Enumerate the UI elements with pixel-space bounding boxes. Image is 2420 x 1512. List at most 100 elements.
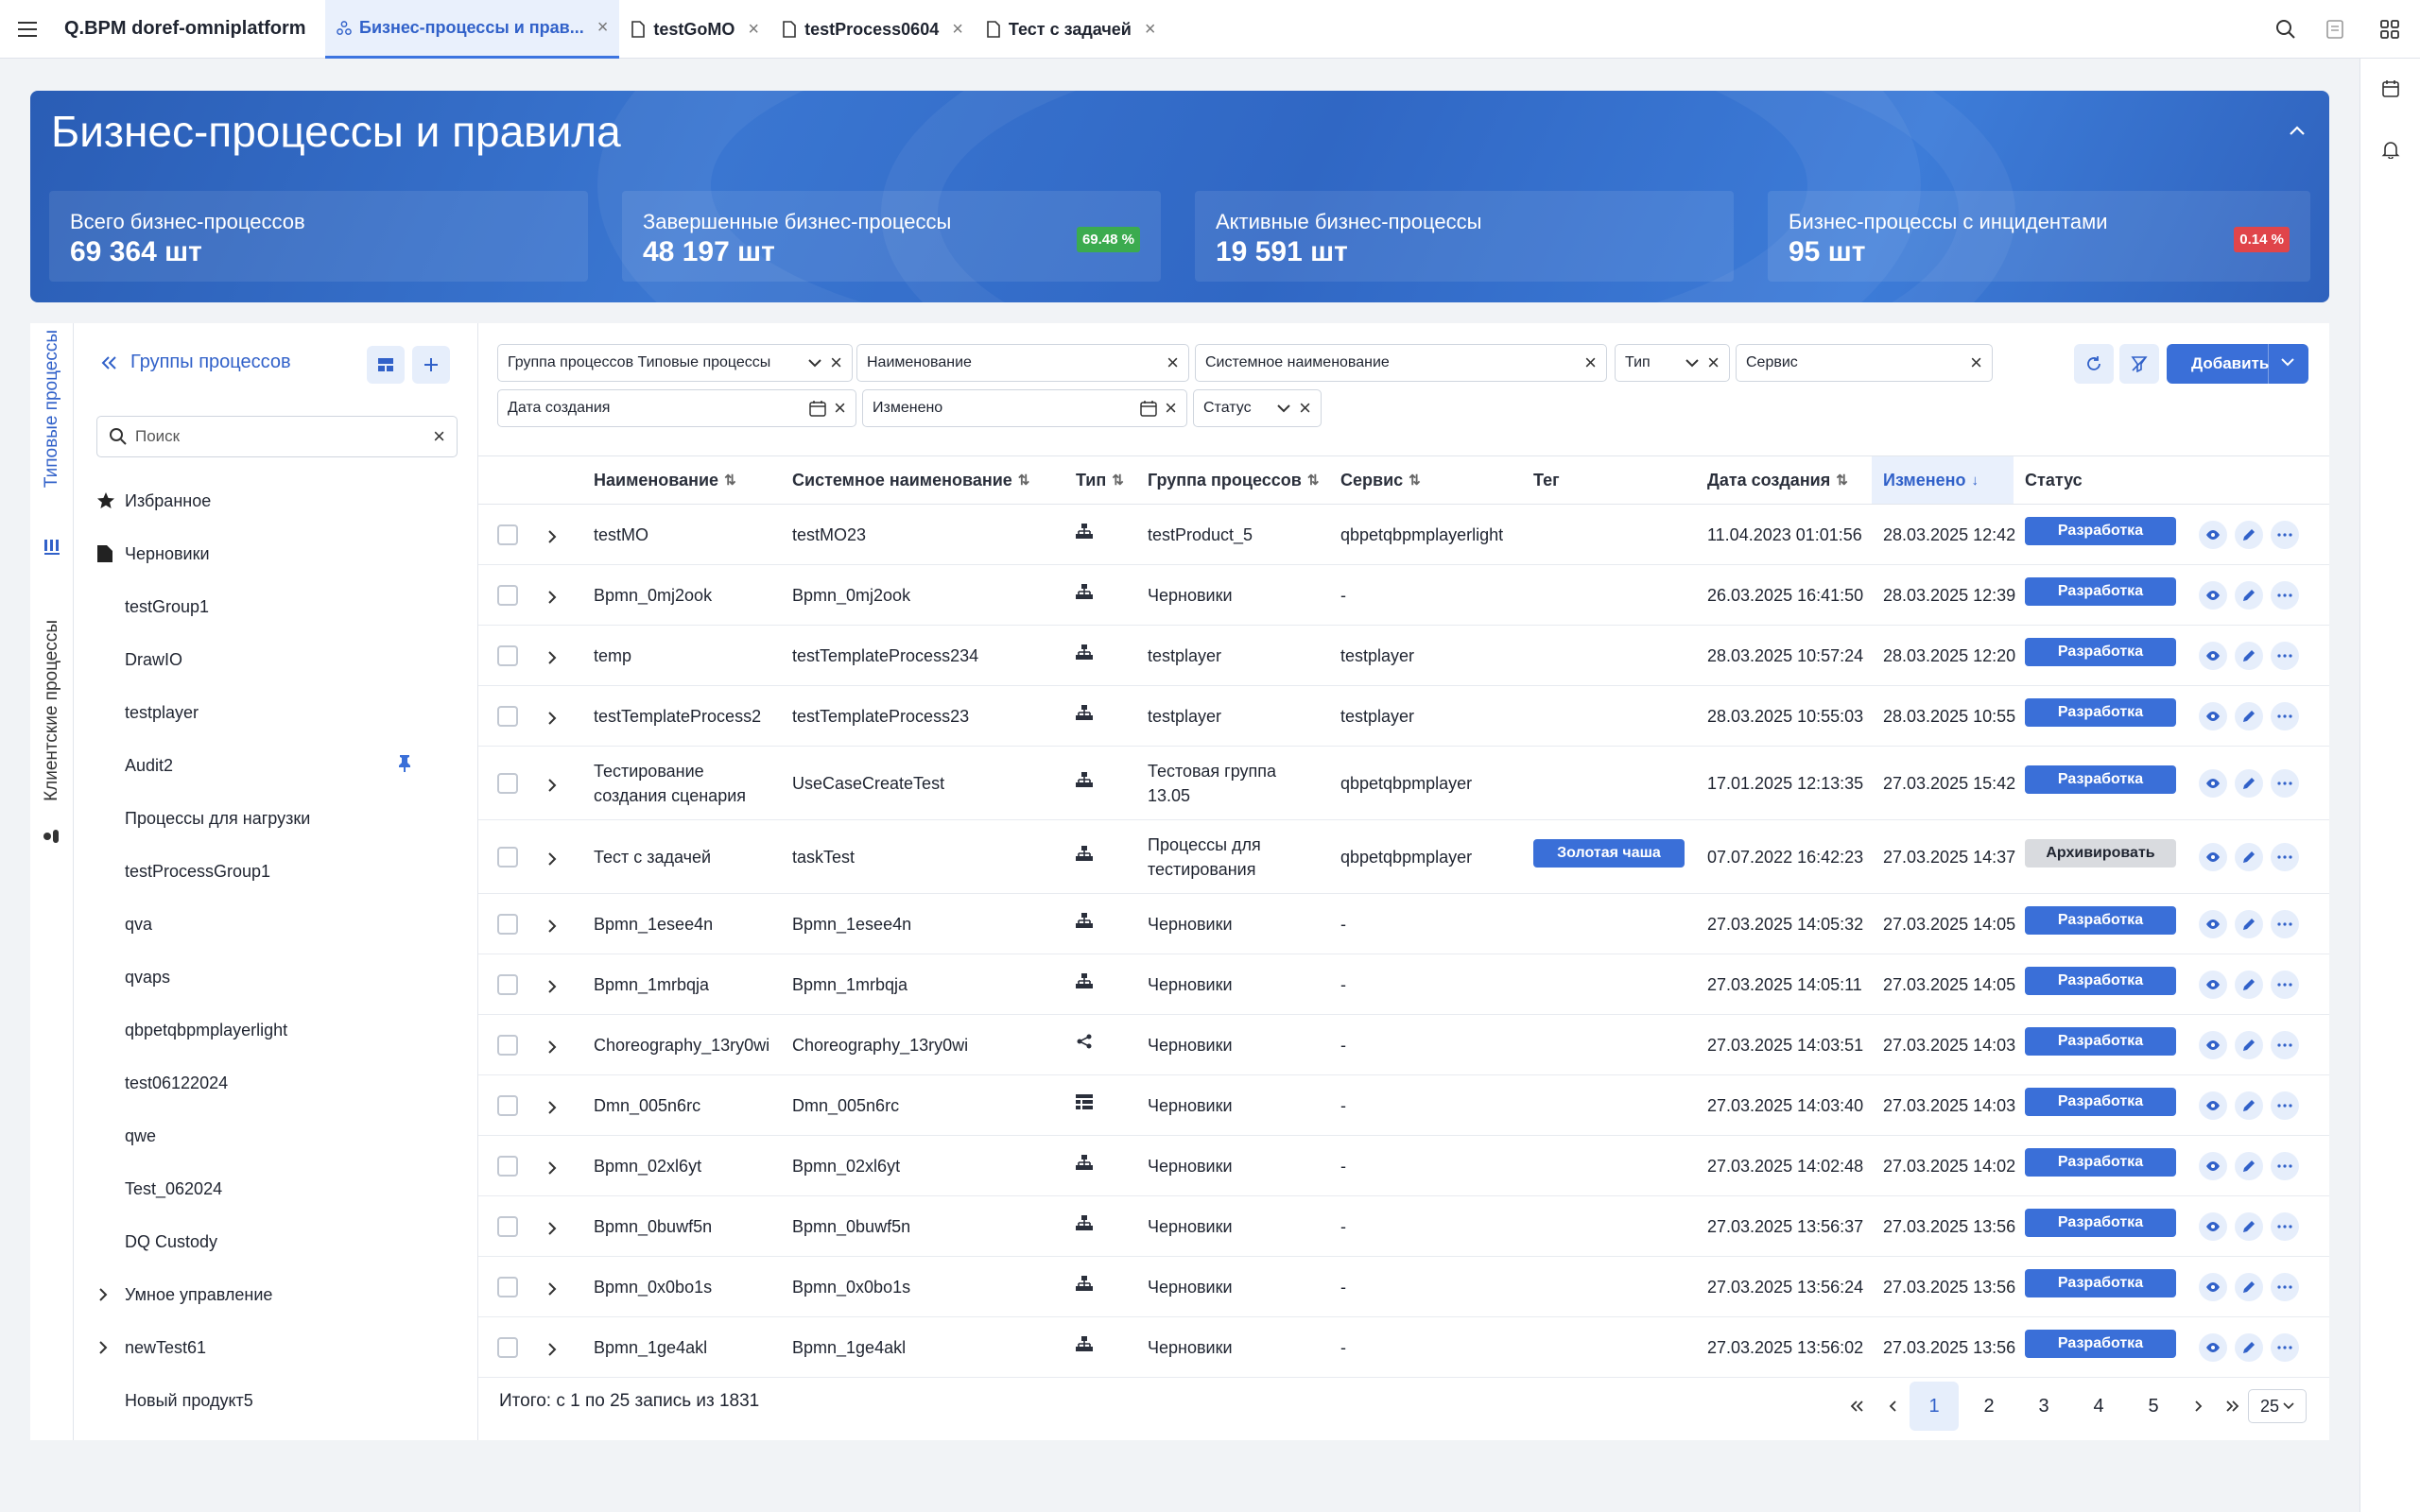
edit-button[interactable] [2235, 1031, 2263, 1059]
group-item[interactable]: test06122024 [74, 1057, 478, 1109]
double-chevron-left-icon[interactable] [100, 355, 117, 370]
column-service[interactable]: Сервис ⇅ [1340, 456, 1421, 504]
more-button[interactable] [2271, 642, 2299, 670]
row-checkbox[interactable] [497, 524, 518, 545]
chevron-right-icon[interactable] [543, 1098, 562, 1117]
apps-grid-icon[interactable] [2360, 0, 2420, 59]
process-name[interactable]: Dmn_005n6rc [594, 1093, 700, 1118]
more-button[interactable] [2271, 581, 2299, 610]
group-item[interactable]: Умное управление [74, 1268, 478, 1321]
more-button[interactable] [2271, 702, 2299, 730]
view-button[interactable] [2199, 769, 2227, 798]
row-checkbox[interactable] [497, 847, 518, 868]
process-name[interactable]: temp [594, 644, 631, 668]
row-checkbox[interactable] [497, 1216, 518, 1237]
clear-icon[interactable]: × [433, 424, 445, 449]
more-button[interactable] [2271, 1091, 2299, 1120]
more-button[interactable] [2271, 1212, 2299, 1241]
more-button[interactable] [2271, 910, 2299, 938]
chevron-down-icon[interactable] [1276, 404, 1291, 413]
add-group-button[interactable] [412, 346, 450, 384]
column-status[interactable]: Статус [2025, 456, 2083, 504]
group-item[interactable]: Процессы для нагрузки [74, 792, 478, 845]
edit-button[interactable] [2235, 581, 2263, 610]
chevron-right-icon[interactable] [543, 648, 562, 667]
view-button[interactable] [2199, 1091, 2227, 1120]
clear-icon[interactable]: × [1707, 351, 1720, 375]
filter-created[interactable]: Дата создания × [497, 389, 856, 427]
group-item[interactable]: Test_062024 [74, 1162, 478, 1215]
process-name[interactable]: Bpmn_0buwf5n [594, 1214, 712, 1239]
edit-button[interactable] [2235, 702, 2263, 730]
column-name[interactable]: Наименование ⇅ [594, 456, 736, 504]
tag-chip[interactable]: Золотая чаша [1533, 839, 1685, 868]
view-button[interactable] [2199, 1031, 2227, 1059]
process-name[interactable]: Choreography_13ry0wi [594, 1033, 769, 1057]
clear-icon[interactable]: × [1970, 351, 1982, 375]
filter-type[interactable]: Тип × [1615, 344, 1730, 382]
tab-typical-processes[interactable]: Типовые процессы [30, 330, 74, 488]
row-checkbox[interactable] [497, 773, 518, 794]
chevron-right-icon[interactable] [543, 1159, 562, 1177]
edit-button[interactable] [2235, 843, 2263, 871]
chevron-right-icon[interactable] [543, 527, 562, 546]
page-button[interactable]: 1 [1910, 1382, 1959, 1431]
status-badge[interactable]: Разработка [2025, 1269, 2176, 1297]
view-button[interactable] [2199, 843, 2227, 871]
edit-button[interactable] [2235, 1152, 2263, 1180]
first-page-button[interactable] [1838, 1382, 1876, 1431]
status-badge[interactable]: Разработка [2025, 1088, 2176, 1116]
view-button[interactable] [2199, 1273, 2227, 1301]
next-page-button[interactable] [2180, 1382, 2218, 1431]
chevron-right-icon[interactable] [543, 588, 562, 607]
edit-button[interactable] [2235, 521, 2263, 549]
add-button[interactable]: Добавить [2167, 344, 2308, 384]
more-button[interactable] [2271, 521, 2299, 549]
group-item[interactable]: qva [74, 898, 478, 951]
status-badge[interactable]: Разработка [2025, 906, 2176, 935]
status-badge[interactable]: Разработка [2025, 967, 2176, 995]
edit-button[interactable] [2235, 642, 2263, 670]
calendar-icon[interactable] [1140, 400, 1157, 417]
filter-system-name[interactable]: Системное наименование × [1195, 344, 1607, 382]
group-item[interactable]: testProcessGroup1 [74, 845, 478, 898]
row-checkbox[interactable] [497, 1337, 518, 1358]
chevron-up-icon[interactable] [2284, 117, 2310, 144]
page-size-select[interactable]: 25 [2248, 1389, 2307, 1423]
status-badge[interactable]: Разработка [2025, 1148, 2176, 1177]
last-page-button[interactable] [2214, 1382, 2252, 1431]
calendar-icon[interactable] [2360, 59, 2420, 119]
column-modified[interactable]: Изменено ↓ [1872, 456, 2014, 504]
column-tag[interactable]: Тег [1533, 456, 1560, 504]
filter-group[interactable]: Группа процессов Типовые процессы × [497, 344, 853, 382]
row-checkbox[interactable] [497, 974, 518, 995]
clear-icon[interactable]: × [1165, 396, 1177, 421]
clear-icon[interactable]: × [834, 396, 846, 421]
table-row[interactable]: Тест с задачей taskTest Процессы для тестир… [478, 820, 2329, 894]
group-item[interactable]: qbpetqbpmplayerlight [74, 1004, 478, 1057]
chevron-right-icon[interactable] [543, 709, 562, 728]
table-row[interactable]: Bpmn_0buwf5n Bpmn_0buwf5n Черновики - 27.03.… [478, 1196, 2329, 1257]
group-item[interactable]: Audit2 [74, 739, 478, 792]
table-row[interactable]: Bpmn_1esee4n Bpmn_1esee4n Черновики - 27.03.… [478, 894, 2329, 954]
table-row[interactable]: Bpmn_1mrbqja Bpmn_1mrbqja Черновики - 27.03.… [478, 954, 2329, 1015]
group-item[interactable]: Избранное [74, 474, 478, 527]
row-checkbox[interactable] [497, 645, 518, 666]
edit-button[interactable] [2235, 1333, 2263, 1362]
notes-icon[interactable] [2310, 0, 2360, 59]
tab-client-processes[interactable]: Клиентские процессы [30, 607, 74, 815]
group-item[interactable]: newTest61 [74, 1321, 478, 1374]
page-button[interactable]: 2 [1970, 1382, 2008, 1431]
process-name-line2[interactable]: создания сценария [594, 783, 746, 808]
tab-business-processes[interactable]: Бизнес-процессы и прав... × [325, 0, 620, 59]
status-badge[interactable]: Разработка [2025, 1330, 2176, 1358]
status-badge[interactable]: Разработка [2025, 1027, 2176, 1056]
group-item[interactable]: testplayer [74, 686, 478, 739]
chevron-down-icon[interactable] [1685, 358, 1700, 368]
status-badge[interactable]: Разработка [2025, 698, 2176, 727]
group-item[interactable]: Черновики [74, 527, 478, 580]
page-button[interactable]: 5 [2135, 1382, 2172, 1431]
row-checkbox[interactable] [497, 1156, 518, 1177]
view-button[interactable] [2199, 1212, 2227, 1241]
view-button[interactable] [2199, 581, 2227, 610]
